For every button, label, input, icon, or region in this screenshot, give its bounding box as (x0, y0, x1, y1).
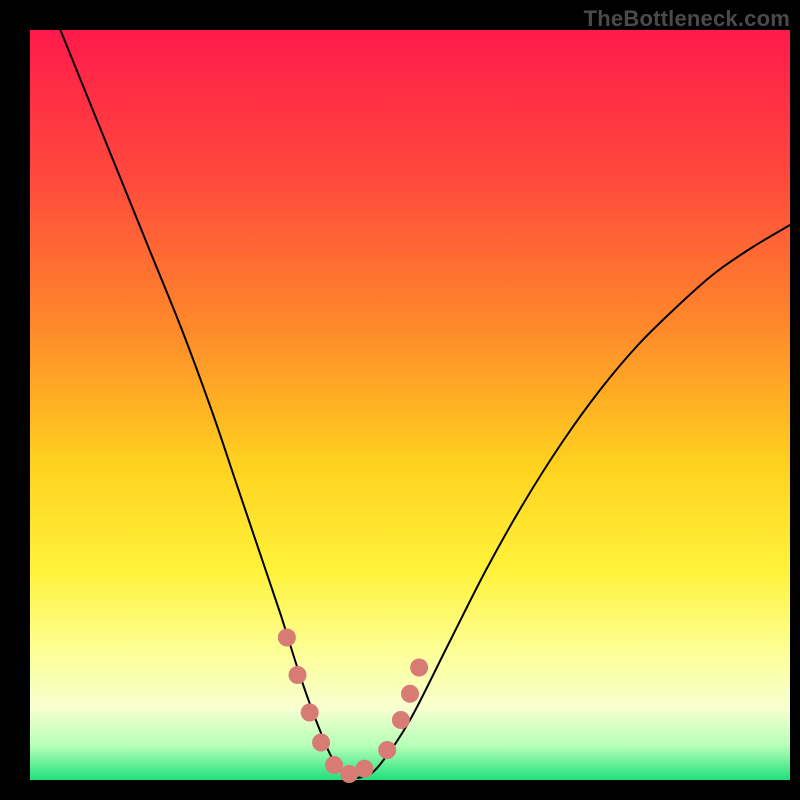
highlight-point (401, 685, 419, 703)
bottleneck-chart (0, 0, 800, 800)
highlight-point (392, 711, 410, 729)
watermark-text: TheBottleneck.com (584, 6, 790, 32)
chart-frame: TheBottleneck.com (0, 0, 800, 800)
highlight-point (301, 704, 319, 722)
highlight-point (410, 659, 428, 677)
highlight-point (378, 741, 396, 759)
highlight-point (312, 734, 330, 752)
plot-background (30, 30, 790, 780)
highlight-point (289, 666, 307, 684)
highlight-point (325, 756, 343, 774)
highlight-point (278, 629, 296, 647)
highlight-point (355, 760, 373, 778)
